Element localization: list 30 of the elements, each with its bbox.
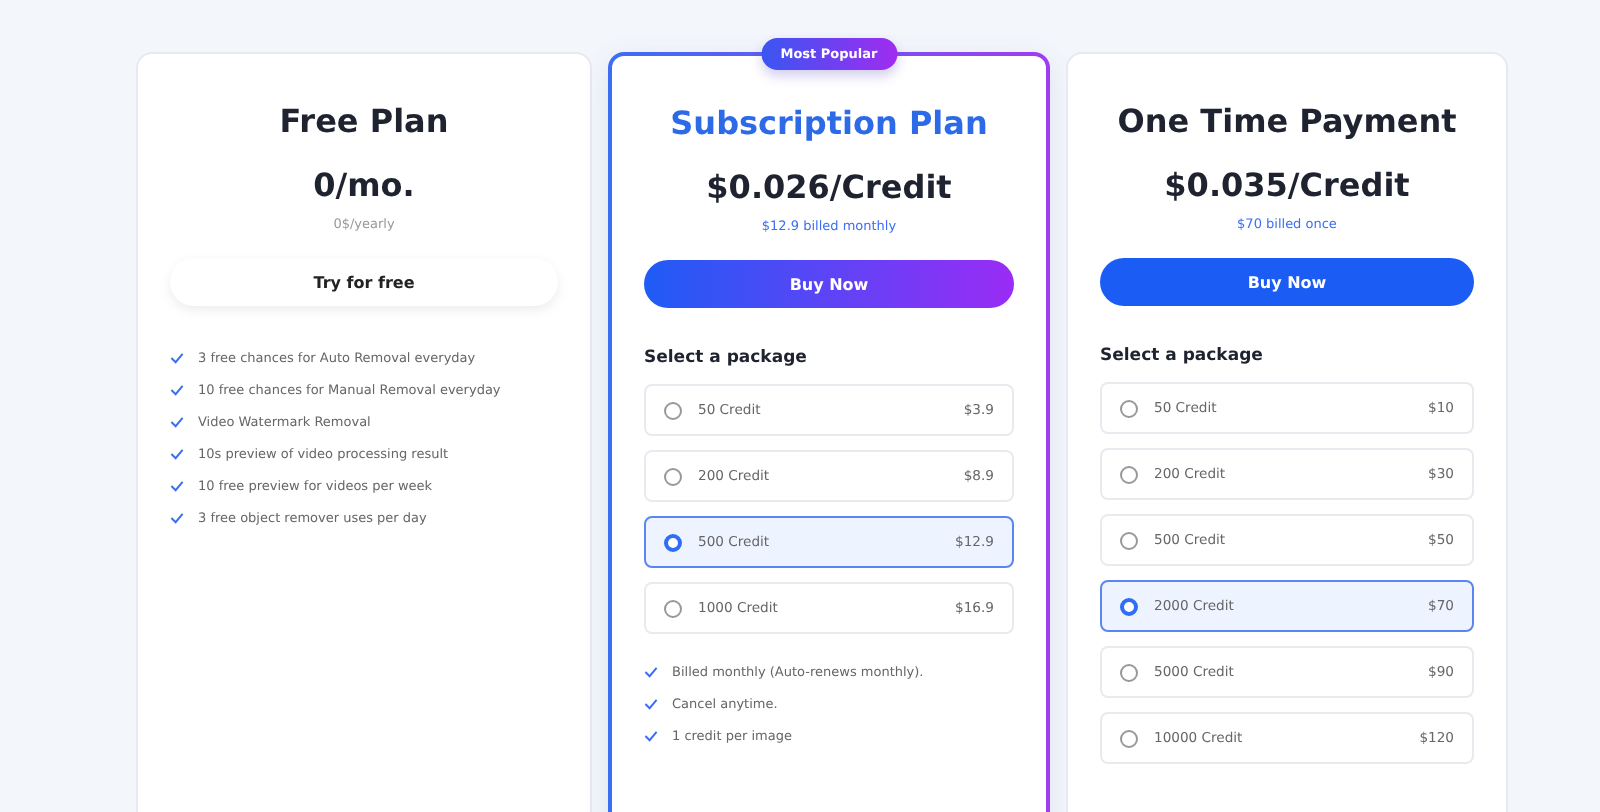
radio-button[interactable] — [1120, 729, 1138, 747]
check-icon — [170, 384, 184, 396]
radio-button[interactable] — [664, 533, 682, 551]
radio-button[interactable] — [1120, 663, 1138, 681]
check-icon — [170, 416, 184, 428]
buy-button[interactable]: Buy Now — [1100, 258, 1474, 306]
check-icon — [170, 480, 184, 492]
radio-button[interactable] — [664, 401, 682, 419]
plan-price: $0.035/Credit — [1162, 166, 1412, 204]
radio-button[interactable] — [664, 599, 682, 617]
check-icon — [170, 448, 184, 460]
check-icon — [644, 698, 658, 710]
check-icon — [644, 730, 658, 742]
section-heading: Select a package — [644, 348, 809, 368]
buy-button[interactable]: Buy Now — [644, 260, 1014, 308]
plan-price: 0/mo. — [311, 166, 417, 204]
section-heading: Select a package — [1100, 346, 1265, 366]
plan-price: $0.026/Credit — [704, 168, 954, 206]
plan-title: Free Plan — [277, 102, 451, 140]
try-free-button[interactable]: Try for free — [170, 258, 558, 306]
plan-title: One Time Payment — [1115, 102, 1459, 140]
check-icon — [170, 512, 184, 524]
plan-title: Subscription Plan — [668, 104, 990, 142]
radio-button[interactable] — [664, 467, 682, 485]
radio-button[interactable] — [1120, 399, 1138, 417]
check-icon — [170, 352, 184, 364]
radio-button[interactable] — [1120, 531, 1138, 549]
radio-button[interactable] — [1120, 597, 1138, 615]
check-icon — [644, 666, 658, 678]
radio-button[interactable] — [1120, 465, 1138, 483]
